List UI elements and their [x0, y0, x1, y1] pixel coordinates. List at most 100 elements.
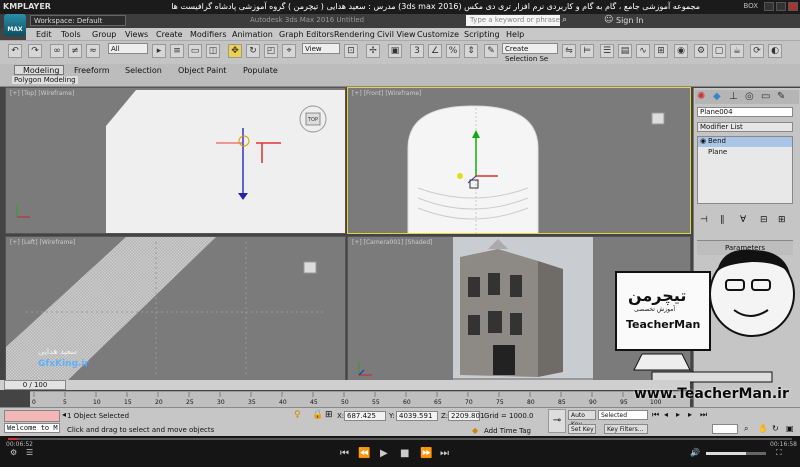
render-shade-icon[interactable]: ◐: [768, 44, 782, 58]
viewport-top[interactable]: [+] [Top] [Wireframe] TOP: [5, 87, 346, 234]
link-icon[interactable]: ∞: [50, 44, 64, 58]
rewind-icon[interactable]: ⏪: [358, 448, 370, 459]
set-key-button[interactable]: Set Key: [568, 424, 596, 434]
select-scale-icon[interactable]: ◰: [264, 44, 278, 58]
playlist-icon[interactable]: ☰: [26, 448, 33, 457]
manipulate-icon[interactable]: ✢: [366, 44, 380, 58]
pan-icon[interactable]: ✋: [758, 424, 768, 433]
selection-filter-dropdown[interactable]: All: [108, 43, 148, 54]
configure-sets-icon[interactable]: ⊞: [778, 215, 786, 225]
window-crossing-icon[interactable]: ◫: [206, 44, 220, 58]
align-icon[interactable]: ⊨: [580, 44, 594, 58]
select-object-icon[interactable]: ▸: [152, 44, 166, 58]
set-key-icon[interactable]: ⊸: [548, 409, 566, 433]
key-mode-dropdown[interactable]: Selected: [598, 410, 648, 420]
display-tab-icon[interactable]: ▭: [761, 91, 770, 102]
stack-item-plane[interactable]: Plane: [708, 148, 727, 156]
motion-tab-icon[interactable]: ◎: [745, 91, 754, 102]
tab-modeling[interactable]: Modeling: [23, 66, 59, 75]
graphite-toggle-icon[interactable]: ▤: [618, 44, 632, 58]
edit-named-selection-icon[interactable]: ✎: [484, 44, 498, 58]
menu-scripting[interactable]: Scripting: [464, 30, 500, 39]
y-coordinate-field[interactable]: 4039.591: [396, 411, 438, 421]
viewcube-top-label[interactable]: TOP: [308, 117, 318, 123]
create-tab-icon[interactable]: ✺: [697, 91, 705, 102]
goto-end-icon[interactable]: ⏭: [700, 410, 707, 420]
isolate-selection-icon[interactable]: ♀: [294, 410, 301, 420]
schematic-view-icon[interactable]: ⊞: [654, 44, 668, 58]
pivot-center-icon[interactable]: ⊡: [344, 44, 358, 58]
sign-in-button[interactable]: Sign In: [616, 16, 643, 25]
mirror-icon[interactable]: ⇋: [562, 44, 576, 58]
seek-bar[interactable]: [8, 438, 792, 440]
maximize-viewport-icon[interactable]: ▣: [786, 424, 794, 433]
z-coordinate-field[interactable]: 2209.801: [448, 411, 484, 421]
render-setup-icon[interactable]: ⚙: [694, 44, 708, 58]
zoom-icon[interactable]: ⌕: [744, 424, 748, 434]
menu-group[interactable]: Group: [92, 30, 116, 39]
frame-nav-icon[interactable]: ◂: [62, 410, 66, 419]
max-app-button[interactable]: MAX: [4, 14, 26, 36]
viewport-left-label[interactable]: [+] [Left] [Wireframe]: [10, 239, 75, 246]
reference-coord-dropdown[interactable]: View: [302, 43, 340, 54]
curve-editor-icon[interactable]: ∿: [636, 44, 650, 58]
menu-views[interactable]: Views: [125, 30, 148, 39]
user-icon[interactable]: ☺: [604, 15, 613, 25]
spinner-snap-icon[interactable]: ⇕: [464, 44, 478, 58]
undo-icon[interactable]: ↶: [8, 44, 22, 58]
menu-create[interactable]: Create: [156, 30, 183, 39]
stop-icon[interactable]: ■: [400, 448, 409, 459]
pin-stack-icon[interactable]: ⊣: [700, 215, 708, 225]
modifier-list-dropdown[interactable]: Modifier List: [697, 122, 793, 132]
menu-rendering[interactable]: Rendering: [334, 30, 375, 39]
menu-animation[interactable]: Animation: [232, 30, 273, 39]
remove-modifier-icon[interactable]: ⊟: [760, 215, 768, 225]
add-time-tag[interactable]: Add Time Tag: [484, 427, 531, 435]
prev-frame-icon[interactable]: ◂: [664, 410, 668, 419]
selection-region-icon[interactable]: ▭: [188, 44, 202, 58]
maxscript-mini-listener[interactable]: [4, 410, 60, 422]
play-icon[interactable]: ▸: [676, 410, 680, 419]
viewport-front-label[interactable]: [+] [Front] [Wireframe]: [352, 90, 421, 97]
make-unique-icon[interactable]: ∀: [740, 215, 746, 225]
goto-start-icon[interactable]: ⏮: [652, 410, 659, 420]
menu-edit[interactable]: Edit: [36, 30, 52, 39]
listener-output[interactable]: Welcome to M: [4, 423, 60, 433]
select-move-icon[interactable]: ✥: [228, 44, 242, 58]
fullscreen-icon[interactable]: ⛶: [776, 448, 782, 458]
show-end-result-icon[interactable]: ∥: [720, 215, 725, 225]
player-play-icon[interactable]: ▶: [380, 448, 388, 459]
angle-snap-icon[interactable]: ∠: [428, 44, 442, 58]
lock-selection-icon[interactable]: 🔒: [312, 410, 323, 420]
next-track-icon[interactable]: ⏭: [440, 448, 449, 459]
select-by-name-icon[interactable]: ≡: [170, 44, 184, 58]
keyboard-shortcut-icon[interactable]: ▣: [388, 44, 402, 58]
time-slider-thumb[interactable]: 0 / 100: [4, 380, 66, 390]
prev-track-icon[interactable]: ⏮: [340, 448, 349, 459]
forward-icon[interactable]: ⏩: [420, 448, 432, 459]
named-selection-dropdown[interactable]: Create Selection Se: [502, 43, 558, 63]
bind-spacewarp-icon[interactable]: ≈: [86, 44, 100, 58]
modify-tab-icon[interactable]: ◆: [713, 91, 721, 102]
tab-object-paint[interactable]: Object Paint: [178, 66, 226, 75]
close-button[interactable]: [788, 2, 798, 11]
workspace-dropdown[interactable]: Workspace: Default: [30, 15, 126, 26]
menu-customize[interactable]: Customize: [417, 30, 459, 39]
bend-visible-icon[interactable]: ◉: [700, 137, 706, 145]
utilities-tab-icon[interactable]: ✎: [777, 91, 785, 102]
viewport-top-label[interactable]: [+] [Top] [Wireframe]: [10, 90, 74, 97]
search-input[interactable]: Type a keyword or phrase: [466, 15, 560, 26]
menu-modifiers[interactable]: Modifiers: [190, 30, 227, 39]
key-filters-button[interactable]: Key Filters...: [604, 424, 648, 434]
viewport-left[interactable]: [+] [Left] [Wireframe] GfxKing.ir سعید ه…: [5, 236, 346, 381]
layer-explorer-icon[interactable]: ☰: [600, 44, 614, 58]
orbit-icon[interactable]: ↻: [772, 424, 779, 433]
tab-selection[interactable]: Selection: [125, 66, 162, 75]
time-tag-icon[interactable]: ◆: [472, 426, 478, 435]
select-rotate-icon[interactable]: ↻: [246, 44, 260, 58]
menu-tools[interactable]: Tools: [61, 30, 81, 39]
redo-icon[interactable]: ↷: [28, 44, 42, 58]
tab-populate[interactable]: Populate: [243, 66, 278, 75]
object-name-field[interactable]: Plane004: [697, 107, 793, 117]
maximize-button[interactable]: [776, 2, 786, 11]
